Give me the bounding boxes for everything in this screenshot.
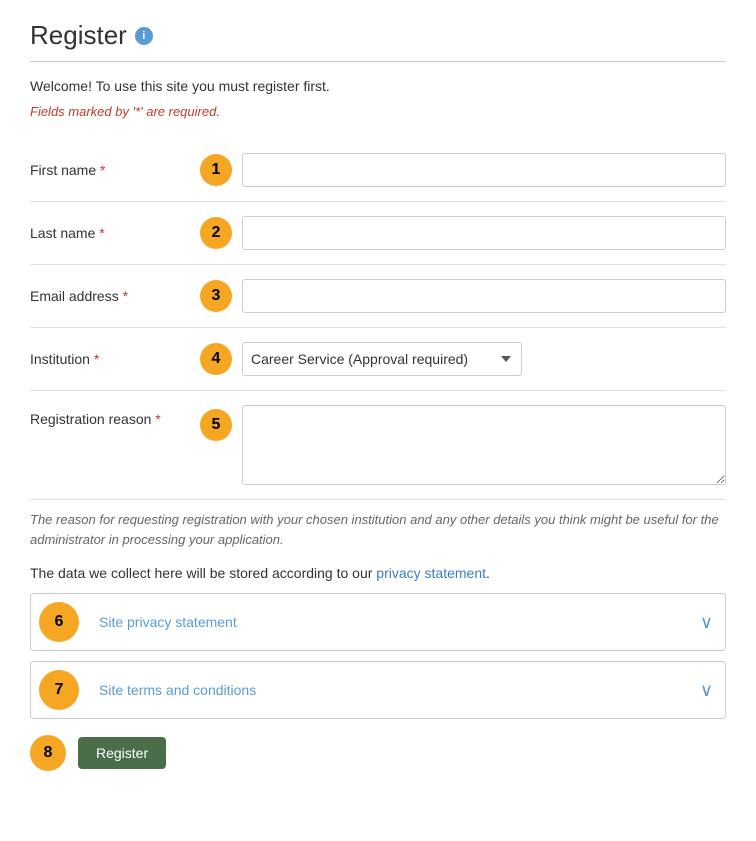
- last-name-required-star: *: [99, 225, 104, 241]
- page-title: Register: [30, 20, 127, 51]
- last-name-input[interactable]: [242, 216, 726, 250]
- email-row: Email address * 3: [30, 265, 726, 328]
- step-7-badge: 7: [39, 670, 79, 710]
- submit-row: 8 Register: [30, 735, 726, 771]
- step-6-badge: 6: [39, 602, 79, 642]
- register-button[interactable]: Register: [78, 737, 166, 769]
- privacy-statement-text: The data we collect here will be stored …: [30, 555, 726, 593]
- first-name-label: First name *: [30, 162, 190, 178]
- terms-accordion-toggle[interactable]: Site terms and conditions: [87, 667, 700, 713]
- registration-reason-label: Registration reason *: [30, 405, 190, 427]
- step-2-badge: 2: [200, 217, 232, 249]
- email-label: Email address *: [30, 288, 190, 304]
- step-1-badge: 1: [200, 154, 232, 186]
- privacy-accordion-chevron: ∨: [700, 612, 725, 633]
- step-8-badge: 8: [30, 735, 66, 771]
- privacy-statement-link[interactable]: privacy statement: [376, 565, 486, 581]
- info-icon[interactable]: i: [135, 27, 153, 45]
- email-required-star: *: [123, 288, 128, 304]
- institution-row: Institution * 4 Career Service (Approval…: [30, 328, 726, 391]
- institution-label: Institution *: [30, 351, 190, 367]
- step-3-badge: 3: [200, 280, 232, 312]
- first-name-input[interactable]: [242, 153, 726, 187]
- page-header: Register i: [30, 20, 726, 62]
- last-name-row: Last name * 2: [30, 202, 726, 265]
- step-5-badge: 5: [200, 409, 232, 441]
- first-name-required-star: *: [100, 162, 105, 178]
- last-name-label: Last name *: [30, 225, 190, 241]
- registration-reason-required-star: *: [155, 411, 160, 427]
- registration-reason-row: Registration reason * 5: [30, 391, 726, 500]
- terms-accordion-wrapper: 7 Site terms and conditions ∨: [30, 661, 726, 719]
- registration-reason-textarea[interactable]: [242, 405, 726, 485]
- welcome-message: Welcome! To use this site you must regis…: [30, 78, 726, 94]
- first-name-row: First name * 1: [30, 139, 726, 202]
- privacy-accordion-toggle[interactable]: Site privacy statement: [87, 599, 700, 645]
- terms-accordion-chevron: ∨: [700, 680, 725, 701]
- institution-select[interactable]: Career Service (Approval required): [242, 342, 522, 376]
- required-note: Fields marked by '*' are required.: [30, 104, 726, 119]
- registration-reason-hint: The reason for requesting registration w…: [30, 500, 726, 555]
- email-input[interactable]: [242, 279, 726, 313]
- privacy-accordion-wrapper: 6 Site privacy statement ∨: [30, 593, 726, 651]
- institution-required-star: *: [94, 351, 99, 367]
- step-4-badge: 4: [200, 343, 232, 375]
